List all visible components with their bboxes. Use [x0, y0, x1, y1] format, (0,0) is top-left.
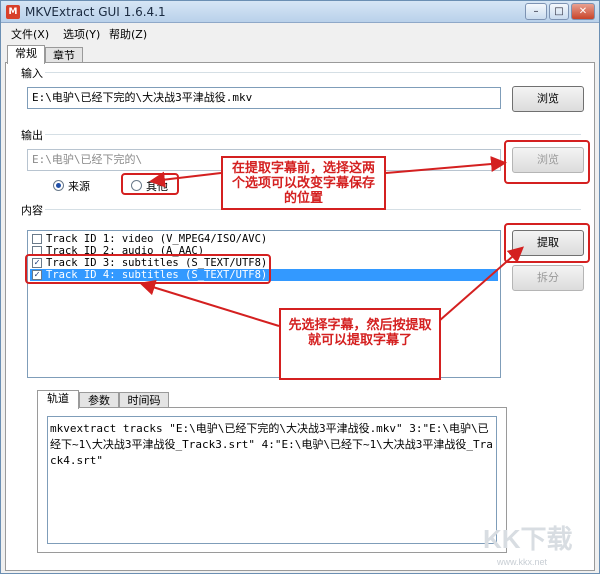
subtab-timecodes[interactable]: 时间码	[119, 392, 169, 408]
extract-button[interactable]: 提取	[512, 230, 584, 256]
track-4-label: Track ID 4: subtitles (S_TEXT/UTF8)	[46, 269, 268, 281]
callout-output-location: 在提取字幕前，选择这两个选项可以改变字幕保存的位置	[221, 156, 386, 210]
app-icon: M	[6, 5, 20, 19]
menu-options[interactable]: 选项(Y)	[63, 26, 100, 42]
track-item-2[interactable]: Track ID 2: audio (A_AAC)	[30, 245, 498, 257]
track-1-checkbox[interactable]	[32, 234, 42, 244]
menu-file[interactable]: 文件(X)	[11, 26, 49, 42]
track-2-label: Track ID 2: audio (A_AAC)	[46, 245, 205, 257]
content-group-label: 内容	[19, 202, 45, 218]
watermark-logo: KK下载	[483, 524, 573, 554]
input-browse-button[interactable]: 浏览	[512, 86, 584, 112]
split-button[interactable]: 拆分	[512, 265, 584, 291]
menu-help[interactable]: 帮助(Z)	[109, 26, 147, 42]
title-bar[interactable]: M MKVExtract GUI 1.6.4.1 – □ ✕	[1, 1, 599, 23]
track-4-checkbox[interactable]: ✓	[32, 270, 42, 280]
output-browse-button[interactable]: 浏览	[512, 147, 584, 173]
command-output[interactable]: mkvextract tracks "E:\电驴\已经下完的\大决战3平津战役.…	[47, 416, 497, 544]
window-title: MKVExtract GUI 1.6.4.1	[25, 5, 166, 19]
maximize-button[interactable]: □	[549, 3, 569, 20]
track-2-checkbox[interactable]	[32, 246, 42, 256]
track-item-1[interactable]: Track ID 1: video (V_MPEG4/ISO/AVC)	[30, 233, 498, 245]
radio-source-label: 来源	[68, 180, 90, 193]
track-3-label: Track ID 3: subtitles (S_TEXT/UTF8)	[46, 257, 268, 269]
menu-bar: 文件(X) 选项(Y) 帮助(Z)	[1, 23, 599, 43]
radio-other[interactable]	[131, 180, 142, 191]
output-group-label: 输出	[19, 127, 45, 143]
close-button[interactable]: ✕	[571, 3, 595, 20]
radio-source[interactable]	[53, 180, 64, 191]
track-1-label: Track ID 1: video (V_MPEG4/ISO/AVC)	[46, 233, 268, 245]
tab-chapters[interactable]: 章节	[45, 47, 83, 63]
subtab-parameters[interactable]: 参数	[79, 392, 119, 408]
subtab-tracks[interactable]: 轨道	[37, 390, 79, 409]
callout-extract-hint: 先选择字幕，然后按提取就可以提取字幕了	[279, 308, 441, 380]
radio-other-label: 其他	[146, 180, 168, 193]
input-divider	[45, 72, 581, 73]
input-group-label: 输入	[19, 65, 45, 81]
input-path-field[interactable]: E:\电驴\已经下完的\大决战3平津战役.mkv	[27, 87, 501, 109]
output-divider	[45, 134, 581, 135]
track-3-checkbox[interactable]: ✓	[32, 258, 42, 268]
tab-general[interactable]: 常规	[7, 45, 45, 64]
track-item-3[interactable]: ✓ Track ID 3: subtitles (S_TEXT/UTF8)	[30, 257, 498, 269]
minimize-button[interactable]: –	[525, 3, 547, 20]
track-item-4[interactable]: ✓ Track ID 4: subtitles (S_TEXT/UTF8)	[30, 269, 498, 281]
watermark-url: www.kkx.net	[497, 557, 548, 567]
app-window: M MKVExtract GUI 1.6.4.1 – □ ✕ 文件(X) 选项(…	[0, 0, 600, 574]
